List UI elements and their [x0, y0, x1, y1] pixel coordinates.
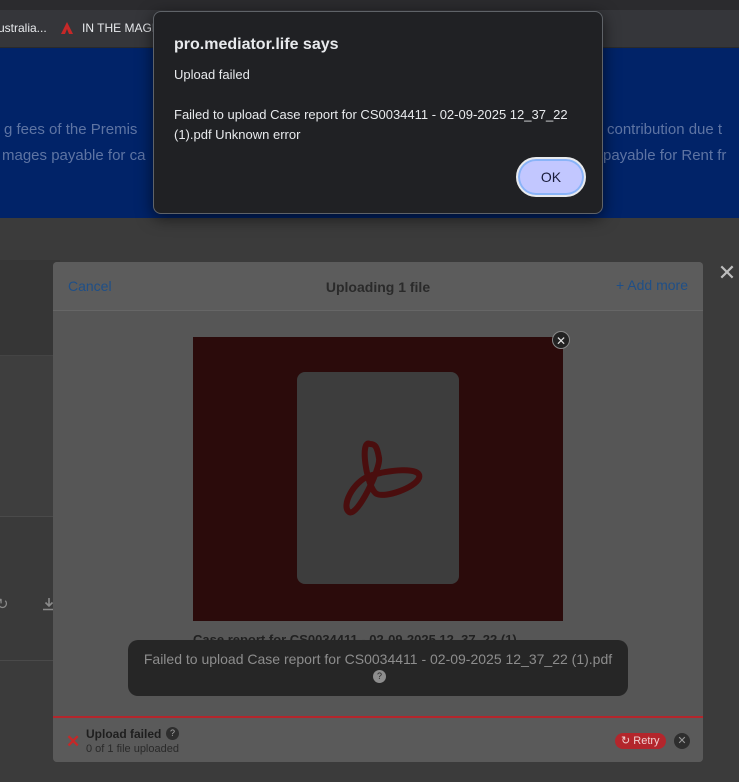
- error-toast: Failed to upload Case report for CS00344…: [128, 640, 628, 696]
- alert-message: Failed to upload Case report for CS00344…: [174, 107, 568, 122]
- help-icon[interactable]: ?: [373, 670, 386, 683]
- hero-text: payable for Rent fr: [603, 147, 727, 164]
- upload-failed-icon: ✕: [66, 732, 81, 751]
- alert-heading: Upload failed: [174, 67, 250, 82]
- dashboard-header: Cancel Uploading 1 file + Add more: [53, 262, 703, 311]
- file-preview: [193, 337, 563, 621]
- help-icon[interactable]: ?: [166, 727, 179, 740]
- refresh-icon[interactable]: ↻: [0, 595, 9, 613]
- bookmark-item[interactable]: IN THE MAGIS: [82, 21, 163, 35]
- dashboard-title: Uploading 1 file: [325, 279, 431, 295]
- browser-tab-strip: [0, 0, 739, 10]
- bookmark-favicon-icon: [61, 22, 73, 34]
- close-modal-icon[interactable]: ✕: [716, 262, 738, 284]
- retry-icon: ↻: [621, 735, 631, 747]
- background-panel: [0, 356, 60, 516]
- bookmark-item[interactable]: ustralia...: [0, 21, 47, 35]
- add-more-button[interactable]: + Add more: [616, 277, 688, 293]
- status-subtitle: 0 of 1 file uploaded: [86, 743, 179, 755]
- hero-text: g fees of the Premis: [4, 121, 138, 138]
- ok-button[interactable]: OK: [516, 157, 586, 197]
- browser-window: ustralia... IN THE MAGIS g fees of the P…: [0, 0, 739, 782]
- background-panel: [0, 260, 60, 356]
- background-toolbar: ↻: [0, 516, 60, 661]
- cancel-upload-icon[interactable]: ✕: [674, 733, 690, 749]
- pdf-icon: [343, 440, 423, 516]
- retry-button[interactable]: ↻ Retry: [615, 733, 666, 749]
- alert-dialog: pro.mediator.life says Upload failed Fai…: [153, 11, 603, 214]
- alert-message: (1).pdf Unknown error: [174, 127, 301, 142]
- status-title: Upload failed: [86, 727, 162, 741]
- alert-title: pro.mediator.life says: [174, 36, 339, 53]
- remove-file-icon[interactable]: ✕: [552, 331, 570, 349]
- pdf-file-card: [297, 372, 459, 584]
- status-bar: ✕ Upload failed ? 0 of 1 file uploaded ↻…: [53, 716, 703, 762]
- hero-text: contribution due t: [607, 121, 723, 138]
- retry-label: Retry: [633, 735, 660, 747]
- toast-message: Failed to upload Case report for CS00344…: [143, 651, 613, 667]
- hero-text: mages payable for ca: [2, 147, 146, 164]
